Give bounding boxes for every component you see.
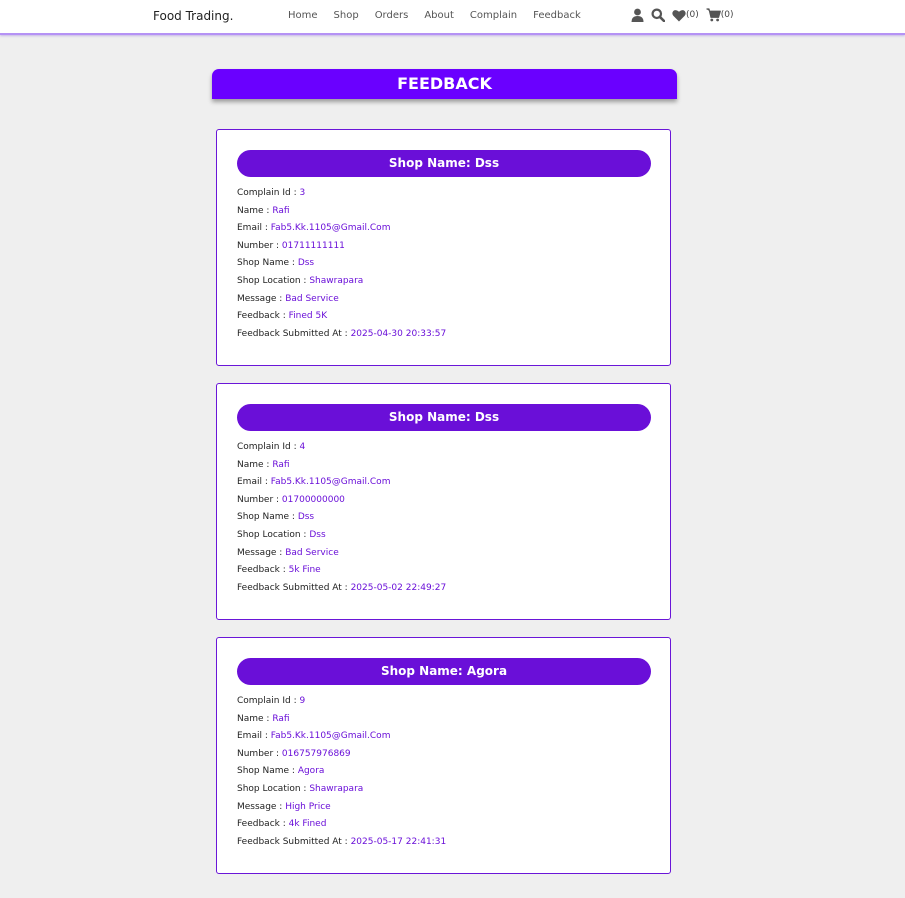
card-details: Complain Id : 3 Name : Rafi Email : Fab5… (237, 187, 446, 345)
complain-id-field: Complain Id : 9 (237, 696, 306, 706)
submitted-at-field: Feedback Submitted At : 2025-05-02 22:49… (237, 582, 447, 593)
email-field: Email : Fab5.Kk.1105@Gmail.Com (237, 223, 391, 234)
card-shop-name-header: Shop Name: Agora (237, 658, 651, 685)
cart-button[interactable]: (0) (706, 8, 734, 22)
nav-feedback-link[interactable]: Feedback (533, 10, 581, 21)
submitted-at-field: Feedback Submitted At : 2025-04-30 20:33… (237, 328, 447, 339)
email-field: Email : Fab5.Kk.1105@Gmail.Com (237, 477, 391, 488)
complain-id-field: Complain Id : 4 (237, 442, 306, 452)
card-shop-name-header: Shop Name: Dss (237, 150, 651, 177)
top-navbar: Food Trading. Home Shop Orders About Com… (0, 0, 905, 35)
shop-name-field: Shop Name : Dss (237, 258, 315, 269)
card-details: Complain Id : 4 Name : Rafi Email : Fab5… (237, 441, 446, 599)
feedback-field: Feedback : Fined 5K (237, 311, 328, 322)
feedback-field: Feedback : 5k Fine (237, 565, 321, 576)
name-field: Name : Rafi (237, 713, 290, 724)
message-field: Message : Bad Service (237, 547, 339, 558)
number-field: Number : 016757976869 (237, 748, 351, 759)
feedback-card: Shop Name: Dss Complain Id : 3 Name : Ra… (216, 129, 671, 366)
shop-name-field: Shop Name : Dss (237, 512, 315, 523)
name-field: Name : Rafi (237, 459, 290, 470)
card-shop-name-header: Shop Name: Dss (237, 404, 651, 431)
cart-count: (0) (720, 10, 734, 20)
site-logo[interactable]: Food Trading. (153, 9, 233, 23)
feedback-field: Feedback : 4k Fined (237, 819, 327, 830)
nav-orders-link[interactable]: Orders (375, 10, 409, 21)
shop-name-field: Shop Name : Agora (237, 766, 325, 777)
nav-shop-link[interactable]: Shop (334, 10, 359, 21)
page-title: FEEDBACK (212, 69, 677, 99)
wishlist-count: (0) (686, 10, 699, 20)
number-field: Number : 01711111111 (237, 240, 345, 251)
nav-home-link[interactable]: Home (288, 10, 318, 21)
name-field: Name : Rafi (237, 205, 290, 216)
message-field: Message : High Price (237, 801, 331, 812)
search-icon[interactable] (651, 8, 665, 22)
submitted-at-field: Feedback Submitted At : 2025-05-17 22:41… (237, 836, 447, 847)
feedback-card: Shop Name: Dss Complain Id : 4 Name : Ra… (216, 383, 671, 620)
wishlist-button[interactable]: (0) (672, 9, 699, 22)
complain-id-field: Complain Id : 3 (237, 188, 306, 198)
user-icon[interactable] (631, 8, 644, 22)
shop-location-field: Shop Location : Dss (237, 529, 326, 540)
shop-location-field: Shop Location : Shawrapara (237, 783, 364, 794)
email-field: Email : Fab5.Kk.1105@Gmail.Com (237, 731, 391, 742)
nav-about-link[interactable]: About (424, 10, 454, 21)
message-field: Message : Bad Service (237, 293, 339, 304)
nav-complain-link[interactable]: Complain (470, 10, 517, 21)
header-icons: (0) (0) (631, 8, 741, 22)
main-nav: Home Shop Orders About Complain Feedback (288, 10, 597, 21)
cart-icon (706, 8, 721, 22)
feedback-card: Shop Name: Agora Complain Id : 9 Name : … (216, 637, 671, 874)
heart-icon (672, 9, 686, 21)
number-field: Number : 01700000000 (237, 494, 345, 505)
card-details: Complain Id : 9 Name : Rafi Email : Fab5… (237, 695, 446, 853)
shop-location-field: Shop Location : Shawrapara (237, 275, 364, 286)
